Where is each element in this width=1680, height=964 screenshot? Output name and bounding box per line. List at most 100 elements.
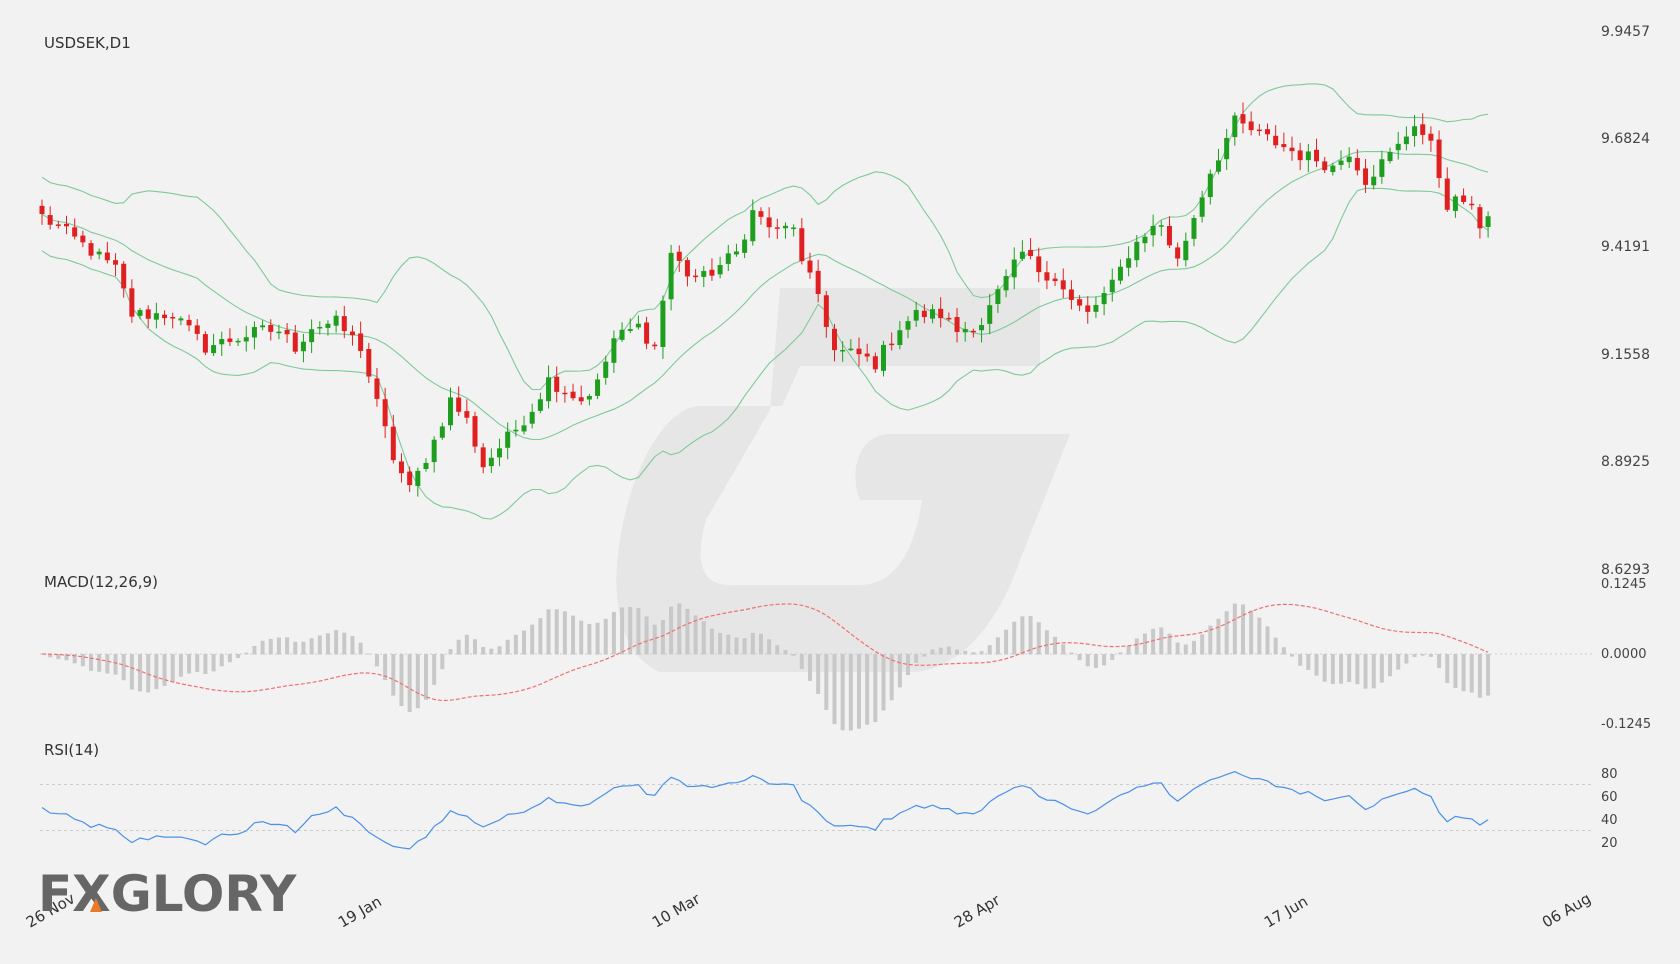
macd-histogram-bar [374,654,379,667]
macd-histogram-bar [456,639,461,655]
candle [480,443,486,474]
candle [194,319,200,341]
candle-body [268,325,274,332]
macd-histogram-bar [1453,654,1458,689]
macd-histogram-bar [1061,644,1066,655]
candle [407,466,413,492]
candle [529,403,535,429]
candle-body [962,328,968,333]
candle-body [709,269,715,276]
candle [88,240,94,260]
candle-body [611,338,617,363]
candle-body [1281,144,1287,148]
candle [1444,167,1450,212]
macd-histogram-bar [1281,647,1286,655]
macd-histogram-bar [1445,654,1450,684]
candle-body [153,313,159,320]
candle-body [137,310,143,316]
candle [1314,138,1320,168]
candle [1191,215,1197,247]
candle [1207,169,1213,205]
macd-histogram-bar [154,654,159,690]
candle-body [1036,256,1042,273]
macd-histogram-bar [513,634,518,655]
candle [1052,272,1058,287]
candle-body [292,332,298,352]
candle-body [1052,278,1058,282]
candle-body [1322,161,1328,171]
candle [251,321,257,350]
macd-histogram-bar [1404,654,1409,664]
candle-body [1461,195,1467,202]
candle-body [480,447,486,468]
candle [1093,296,1099,318]
candle [300,333,306,363]
rsi-title: RSI(14) [44,741,99,759]
candle-body [1028,249,1034,257]
macd-histogram-bar [227,654,232,663]
candle [96,248,102,260]
candle-body [260,325,266,328]
macd-histogram-bar [1273,637,1278,655]
candle-body [1305,151,1311,161]
candle [1028,238,1034,260]
candle [1289,136,1295,161]
candle-body [251,327,257,338]
candle [1297,142,1303,171]
bollinger-upper-line [41,83,1489,391]
macd-histogram-bar [807,654,812,681]
macd-histogram-bar [1118,652,1123,655]
candle [1142,233,1148,253]
candle [1281,132,1287,152]
candle-body [554,376,560,392]
candle [227,328,233,346]
macd-histogram-bar [1412,654,1417,657]
candle [1101,286,1107,316]
macd-histogram-bar [121,654,126,681]
macd-histogram-bar [816,654,821,694]
macd-histogram-bar [473,639,478,655]
candle-body [194,325,200,334]
macd-histogram-bar [1298,654,1303,666]
macd-histogram-bar [946,646,951,655]
candle-body [1289,147,1295,152]
candle-body [1077,299,1083,306]
candle [1150,214,1156,247]
candle-body [1248,121,1254,131]
candle [1428,126,1434,152]
candle-body [856,348,862,355]
macd-histogram-bar [938,647,943,655]
candle [693,268,699,283]
candle [390,414,396,464]
date-label: 10 Mar [649,889,704,931]
candle-body [1215,160,1221,172]
candle [153,302,159,329]
candle [333,310,339,333]
macd-histogram-bar [546,609,551,655]
candle-body [619,329,625,340]
macd-histogram-bar [325,633,330,655]
macd-histogram-bar [750,632,755,655]
candle-body [513,429,519,432]
macd-histogram-bar [1012,621,1017,655]
macd-histogram-bar [1290,654,1295,657]
candle-body [930,309,936,319]
macd-histogram-bar [1257,617,1262,655]
candle-body [652,344,658,347]
candle-body [1403,136,1409,145]
candle-body [1395,143,1401,151]
price-tick: 8.8925 [1601,454,1650,470]
candle [398,453,404,483]
candle-body [325,323,331,328]
candle [521,415,527,435]
candle [341,305,347,339]
candle-body [905,321,911,330]
candle-body [701,271,707,277]
candle-body [1412,126,1418,137]
candle-body [439,426,445,438]
macd-histogram-bar [701,621,706,655]
candle [1240,102,1246,134]
candle-body [1387,151,1393,162]
candle [1322,156,1328,174]
candle-body [750,210,756,242]
